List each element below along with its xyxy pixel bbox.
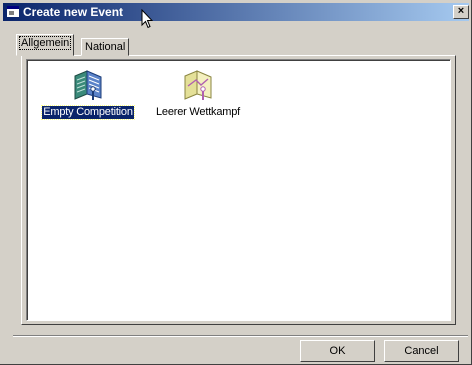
ok-button[interactable]: OK — [300, 340, 375, 362]
tab-national-label: National — [85, 41, 126, 53]
window-title: Create new Event — [23, 5, 124, 19]
tab-allgemein-label: Allgemein — [18, 36, 72, 50]
list-item-label: Leerer Wettkampf — [155, 106, 241, 118]
list-item-leerer-wettkampf[interactable]: Leerer Wettkampf — [143, 70, 253, 120]
empty-competition-icon — [74, 70, 102, 100]
event-template-list[interactable]: Empty Competition Leerer Wettkampf — [26, 59, 451, 321]
create-event-dialog: Create new Event × Allgemein National Em… — [0, 0, 472, 365]
mouse-pointer-icon — [141, 9, 153, 29]
close-button[interactable]: × — [453, 5, 469, 19]
close-icon: × — [457, 5, 465, 17]
leerer-wettkampf-icon — [184, 70, 212, 100]
list-item-label: Empty Competition — [41, 105, 135, 120]
list-item-empty-competition[interactable]: Empty Competition — [33, 70, 143, 120]
tab-panel: Empty Competition Leerer Wettkampf — [21, 55, 456, 325]
footer-divider — [13, 335, 468, 337]
app-window-icon — [7, 6, 19, 17]
tab-allgemein[interactable]: Allgemein — [16, 34, 75, 56]
cancel-button[interactable]: Cancel — [384, 340, 459, 362]
tab-national[interactable]: National — [81, 38, 130, 56]
title-bar[interactable]: Create new Event × — [3, 3, 469, 21]
